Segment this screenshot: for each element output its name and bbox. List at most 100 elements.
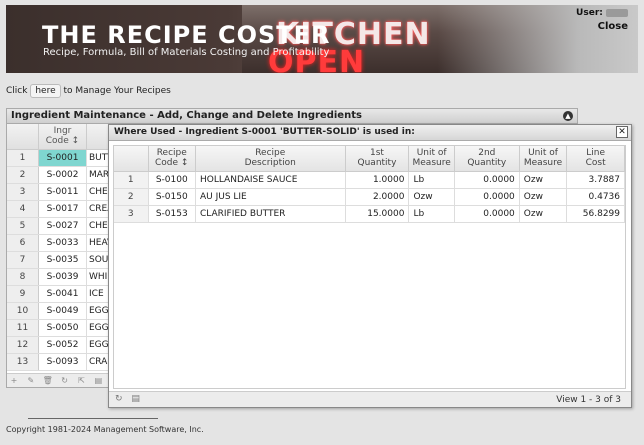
close-dialog-icon[interactable]: ✕ bbox=[616, 126, 628, 138]
line-cost: 56.8299 bbox=[566, 205, 625, 223]
manage-recipes-link[interactable]: here bbox=[30, 84, 61, 98]
ingredient-description[interactable]: SOUR bbox=[89, 252, 109, 268]
row-number: 3 bbox=[7, 184, 39, 200]
panel-header: Ingredient Maintenance - Add, Change and… bbox=[7, 109, 577, 124]
ingredient-code[interactable]: S-0027 bbox=[39, 218, 87, 234]
app-tagline: Recipe, Formula, Bill of Materials Costi… bbox=[43, 47, 330, 58]
table-row[interactable]: 2 S-0150 AU JUS LIE 2.0000 Ozw 0.0000 Ozw 0.473… bbox=[114, 188, 625, 206]
recipe-description: AU JUS LIE bbox=[195, 188, 346, 206]
second-unit: Ozw bbox=[519, 188, 568, 206]
print-icon[interactable]: ▤ bbox=[131, 394, 140, 404]
row-number: 7 bbox=[7, 252, 39, 268]
table-row[interactable]: 1 S-0100 HOLLANDAISE SAUCE 1.0000 Lb 0.0000 Oz… bbox=[114, 171, 625, 189]
ingredient-code[interactable]: S-0041 bbox=[39, 286, 87, 302]
record-count: View 1 - 3 of 3 bbox=[556, 395, 621, 405]
line-cost: 3.7887 bbox=[566, 171, 625, 189]
close-button[interactable]: Close bbox=[598, 21, 628, 32]
second-quantity: 0.0000 bbox=[454, 171, 520, 189]
ingredient-description[interactable]: CRAB bbox=[89, 354, 109, 370]
edit-icon[interactable]: ✎ bbox=[24, 374, 38, 388]
first-unit: Ozw bbox=[408, 188, 455, 206]
ingredient-code[interactable]: S-0001 bbox=[39, 150, 87, 166]
ingredient-description[interactable]: CREAM bbox=[89, 201, 109, 217]
app-banner: KITCHEN OPEN THE RECIPE COSTER Recipe, F… bbox=[6, 5, 638, 73]
print-icon[interactable]: ▤ bbox=[91, 374, 105, 388]
ingredient-code[interactable]: S-0049 bbox=[39, 303, 87, 319]
where-used-dialog: Where Used - Ingredient S-0001 'BUTTER-S… bbox=[108, 124, 632, 408]
row-number: 4 bbox=[7, 201, 39, 217]
row-number: 11 bbox=[7, 320, 39, 336]
column-header-recipe-description[interactable]: Recipe Description bbox=[195, 146, 346, 172]
row-number: 12 bbox=[7, 337, 39, 353]
dialog-title-bar: Where Used - Ingredient S-0001 'BUTTER-S… bbox=[109, 125, 631, 141]
second-unit: Ozw bbox=[519, 205, 568, 223]
first-quantity: 15.0000 bbox=[345, 205, 410, 223]
row-number: 13 bbox=[7, 354, 39, 370]
column-header-ingr-code[interactable]: Ingr Code ↕ bbox=[39, 124, 87, 150]
first-unit: Lb bbox=[408, 205, 455, 223]
footer-divider bbox=[28, 418, 158, 419]
panel-title: Ingredient Maintenance - Add, Change and… bbox=[11, 110, 362, 121]
column-header-line-cost[interactable]: Line Cost bbox=[566, 146, 625, 172]
row-number: 8 bbox=[7, 269, 39, 285]
ingredient-description[interactable]: CHEESE bbox=[89, 218, 109, 234]
ingredient-description[interactable]: CHEESE bbox=[89, 184, 109, 200]
row-number: 2 bbox=[7, 167, 39, 183]
refresh-icon[interactable]: ↻ bbox=[58, 374, 72, 388]
ingredient-code[interactable]: S-0017 bbox=[39, 201, 87, 217]
first-unit: Lb bbox=[408, 171, 455, 189]
ingredient-code[interactable]: S-0039 bbox=[39, 269, 87, 285]
table-row[interactable]: 3 S-0153 CLARIFIED BUTTER 15.0000 Lb 0.0000 Oz… bbox=[114, 205, 625, 223]
app-title: THE RECIPE COSTER bbox=[42, 21, 331, 49]
ingredient-description[interactable]: EGG bbox=[89, 303, 109, 319]
collapse-icon[interactable]: ▲ bbox=[563, 111, 573, 121]
dialog-title: Where Used - Ingredient S-0001 'BUTTER-S… bbox=[114, 127, 415, 137]
row-number: 3 bbox=[114, 205, 149, 223]
row-number: 5 bbox=[7, 218, 39, 234]
recipe-code: S-0100 bbox=[148, 171, 196, 189]
first-quantity: 2.0000 bbox=[345, 188, 410, 206]
second-unit: Ozw bbox=[519, 171, 568, 189]
row-number: 1 bbox=[114, 171, 149, 189]
second-quantity: 0.0000 bbox=[454, 188, 520, 206]
ingredient-description[interactable]: EGG bbox=[89, 337, 109, 353]
copyright: Copyright 1981-2024 Management Software,… bbox=[6, 425, 204, 434]
where-used-table-wrap: Recipe Code ↕ Recipe Description 1st Quanti… bbox=[113, 145, 626, 389]
row-number: 6 bbox=[7, 235, 39, 251]
row-number: 10 bbox=[7, 303, 39, 319]
row-number: 2 bbox=[114, 188, 149, 206]
column-header-qty2[interactable]: 2nd Quantity bbox=[454, 146, 520, 172]
where-used-table: Recipe Code ↕ Recipe Description 1st Quanti… bbox=[114, 146, 625, 223]
column-header-recipe-code[interactable]: Recipe Code ↕ bbox=[148, 146, 196, 172]
refresh-icon[interactable]: ↻ bbox=[115, 394, 123, 404]
ingredient-code[interactable]: S-0011 bbox=[39, 184, 87, 200]
dialog-footer: ↻ ▤ View 1 - 3 of 3 bbox=[109, 391, 631, 407]
export-icon[interactable]: ⇱ bbox=[75, 374, 89, 388]
ingredient-description[interactable]: EGG bbox=[89, 320, 109, 336]
row-number: 1 bbox=[7, 150, 39, 166]
row-number: 9 bbox=[7, 286, 39, 302]
ingredient-code[interactable]: S-0052 bbox=[39, 337, 87, 353]
ingredient-code[interactable]: S-0002 bbox=[39, 167, 87, 183]
first-quantity: 1.0000 bbox=[345, 171, 410, 189]
column-header-qty1[interactable]: 1st Quantity bbox=[345, 146, 410, 172]
ingredient-description[interactable]: WHIP bbox=[89, 269, 109, 285]
recipe-description: HOLLANDAISE SAUCE bbox=[195, 171, 346, 189]
ingredient-description[interactable]: BUTTER-SOLID bbox=[89, 150, 109, 166]
add-icon[interactable]: + bbox=[7, 374, 21, 388]
second-quantity: 0.0000 bbox=[454, 205, 520, 223]
manage-recipes-line: Click here to Manage Your Recipes bbox=[6, 84, 171, 98]
recipe-code: S-0153 bbox=[148, 205, 196, 223]
ingredient-code[interactable]: S-0093 bbox=[39, 354, 87, 370]
ingredient-code[interactable]: S-0050 bbox=[39, 320, 87, 336]
ingredient-description[interactable]: HEAVY bbox=[89, 235, 109, 251]
delete-icon[interactable]: 🗑 bbox=[41, 374, 55, 388]
ingredient-code[interactable]: S-0035 bbox=[39, 252, 87, 268]
line-cost: 0.4736 bbox=[566, 188, 625, 206]
recipe-code: S-0150 bbox=[148, 188, 196, 206]
column-header-uom2[interactable]: Unit of Measure bbox=[519, 146, 568, 172]
ingredient-description[interactable]: MARGARINE bbox=[89, 167, 109, 183]
column-header-uom1[interactable]: Unit of Measure bbox=[408, 146, 455, 172]
ingredient-code[interactable]: S-0033 bbox=[39, 235, 87, 251]
ingredient-description[interactable]: ICE bbox=[89, 286, 109, 302]
